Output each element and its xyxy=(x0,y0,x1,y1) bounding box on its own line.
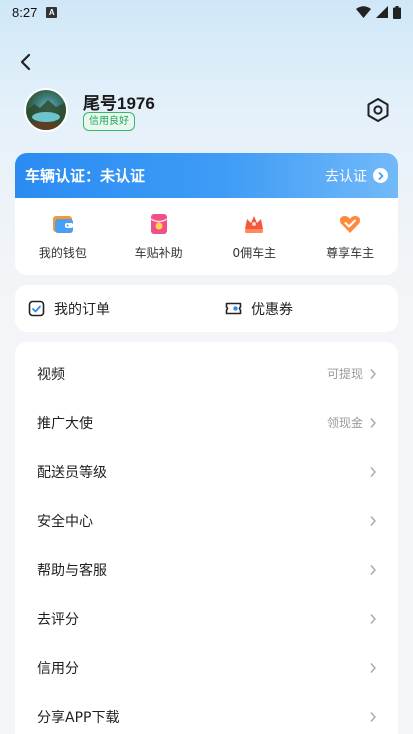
chevron-right-icon xyxy=(370,466,376,477)
chevron-right-icon xyxy=(370,711,376,722)
notification-a-icon: A xyxy=(46,6,58,18)
vehicle-auth-status: 车辆认证：未认证 xyxy=(25,167,146,185)
profile-header: 尾号1976 信用良好 xyxy=(24,88,394,134)
menu-item-label: 信用分 xyxy=(37,660,79,677)
cell-signal-icon xyxy=(376,6,388,18)
crown-icon xyxy=(245,216,264,233)
chevron-right-icon xyxy=(370,662,376,673)
battery-icon xyxy=(393,5,401,19)
menu-item-courier-level[interactable]: 配送员等级 xyxy=(15,447,398,496)
menu-item-help-support[interactable]: 帮助与客服 xyxy=(15,545,398,594)
menu-item-label: 安全中心 xyxy=(37,513,93,530)
quick-action-label: 车贴补助 xyxy=(134,246,183,260)
menu-item-safety-center[interactable]: 安全中心 xyxy=(15,496,398,545)
chevron-right-icon xyxy=(370,613,376,624)
coupons-label: 优惠券 xyxy=(251,301,293,318)
menu-item-label: 帮助与客服 xyxy=(37,562,107,579)
chevron-right-icon xyxy=(370,368,376,379)
menu-item-hint: 可提现 xyxy=(326,367,363,381)
back-button[interactable] xyxy=(14,50,38,74)
order-list-icon xyxy=(28,300,45,317)
quick-action-label: 我的钱包 xyxy=(38,246,87,260)
menu-item-share-app[interactable]: 分享APP下载 xyxy=(15,692,398,734)
menu-item-credit-score[interactable]: 信用分 xyxy=(15,643,398,692)
wifi-icon xyxy=(356,6,371,18)
vip-heart-icon xyxy=(340,215,361,233)
status-time: 8:27 xyxy=(12,4,38,20)
quick-action-label: 0佣车主 xyxy=(232,246,277,260)
quick-action-wallet[interactable]: 我的钱包 xyxy=(15,198,111,275)
chevron-right-icon xyxy=(370,564,376,575)
menu-item-label: 配送员等级 xyxy=(37,464,107,481)
menu-item-label: 去评分 xyxy=(37,611,79,628)
status-icons xyxy=(356,5,401,19)
vehicle-auth-card: 车辆认证：未认证 去认证 我的钱包 车贴补助 0佣车主 尊享车主 xyxy=(15,153,398,275)
coupon-icon xyxy=(225,302,242,315)
wallet-icon xyxy=(52,216,73,233)
menu-item-promotion-ambassador[interactable]: 推广大使 领现金 xyxy=(15,398,398,447)
status-bar: 8:27 A xyxy=(0,0,413,24)
quick-action-label: 尊享车主 xyxy=(326,246,375,260)
go-verify-button[interactable]: 去认证 xyxy=(325,166,388,186)
subsidy-envelope-icon xyxy=(150,214,168,234)
my-orders-label: 我的订单 xyxy=(54,301,110,318)
menu-item-video[interactable]: 视频 可提现 xyxy=(15,349,398,398)
quick-actions-row: 我的钱包 车贴补助 0佣车主 尊享车主 xyxy=(15,198,398,275)
avatar[interactable] xyxy=(24,88,68,132)
nickname: 尾号1976 xyxy=(83,94,155,113)
my-orders-button[interactable]: 我的订单 xyxy=(28,299,110,319)
menu-item-label: 分享APP下载 xyxy=(37,709,120,726)
menu-item-label: 视频 xyxy=(37,366,65,383)
orders-card: 我的订单 优惠券 xyxy=(15,285,398,332)
chevron-right-icon xyxy=(370,417,376,428)
quick-action-subsidy[interactable]: 车贴补助 xyxy=(111,198,207,275)
go-verify-label: 去认证 xyxy=(325,168,367,185)
arrow-right-circle-icon xyxy=(373,168,388,183)
chevron-left-icon xyxy=(20,53,31,71)
coupons-button[interactable]: 优惠券 xyxy=(225,299,293,319)
settings-menu-list: 视频 可提现 推广大使 领现金 配送员等级 安全中心 帮助与客服 去评分 信用分… xyxy=(15,342,398,734)
credit-status-badge: 信用良好 xyxy=(83,112,135,131)
hexagon-settings-icon xyxy=(367,98,389,122)
menu-item-hint: 领现金 xyxy=(326,416,363,430)
quick-action-vip[interactable]: 尊享车主 xyxy=(302,198,398,275)
quick-action-zero-commission[interactable]: 0佣车主 xyxy=(207,198,303,275)
menu-item-rate-app[interactable]: 去评分 xyxy=(15,594,398,643)
chevron-right-icon xyxy=(370,515,376,526)
vehicle-auth-banner[interactable]: 车辆认证：未认证 去认证 xyxy=(15,153,398,198)
avatar-landscape-icon xyxy=(26,100,66,130)
menu-item-label: 推广大使 xyxy=(37,415,93,432)
settings-button[interactable] xyxy=(364,96,392,124)
